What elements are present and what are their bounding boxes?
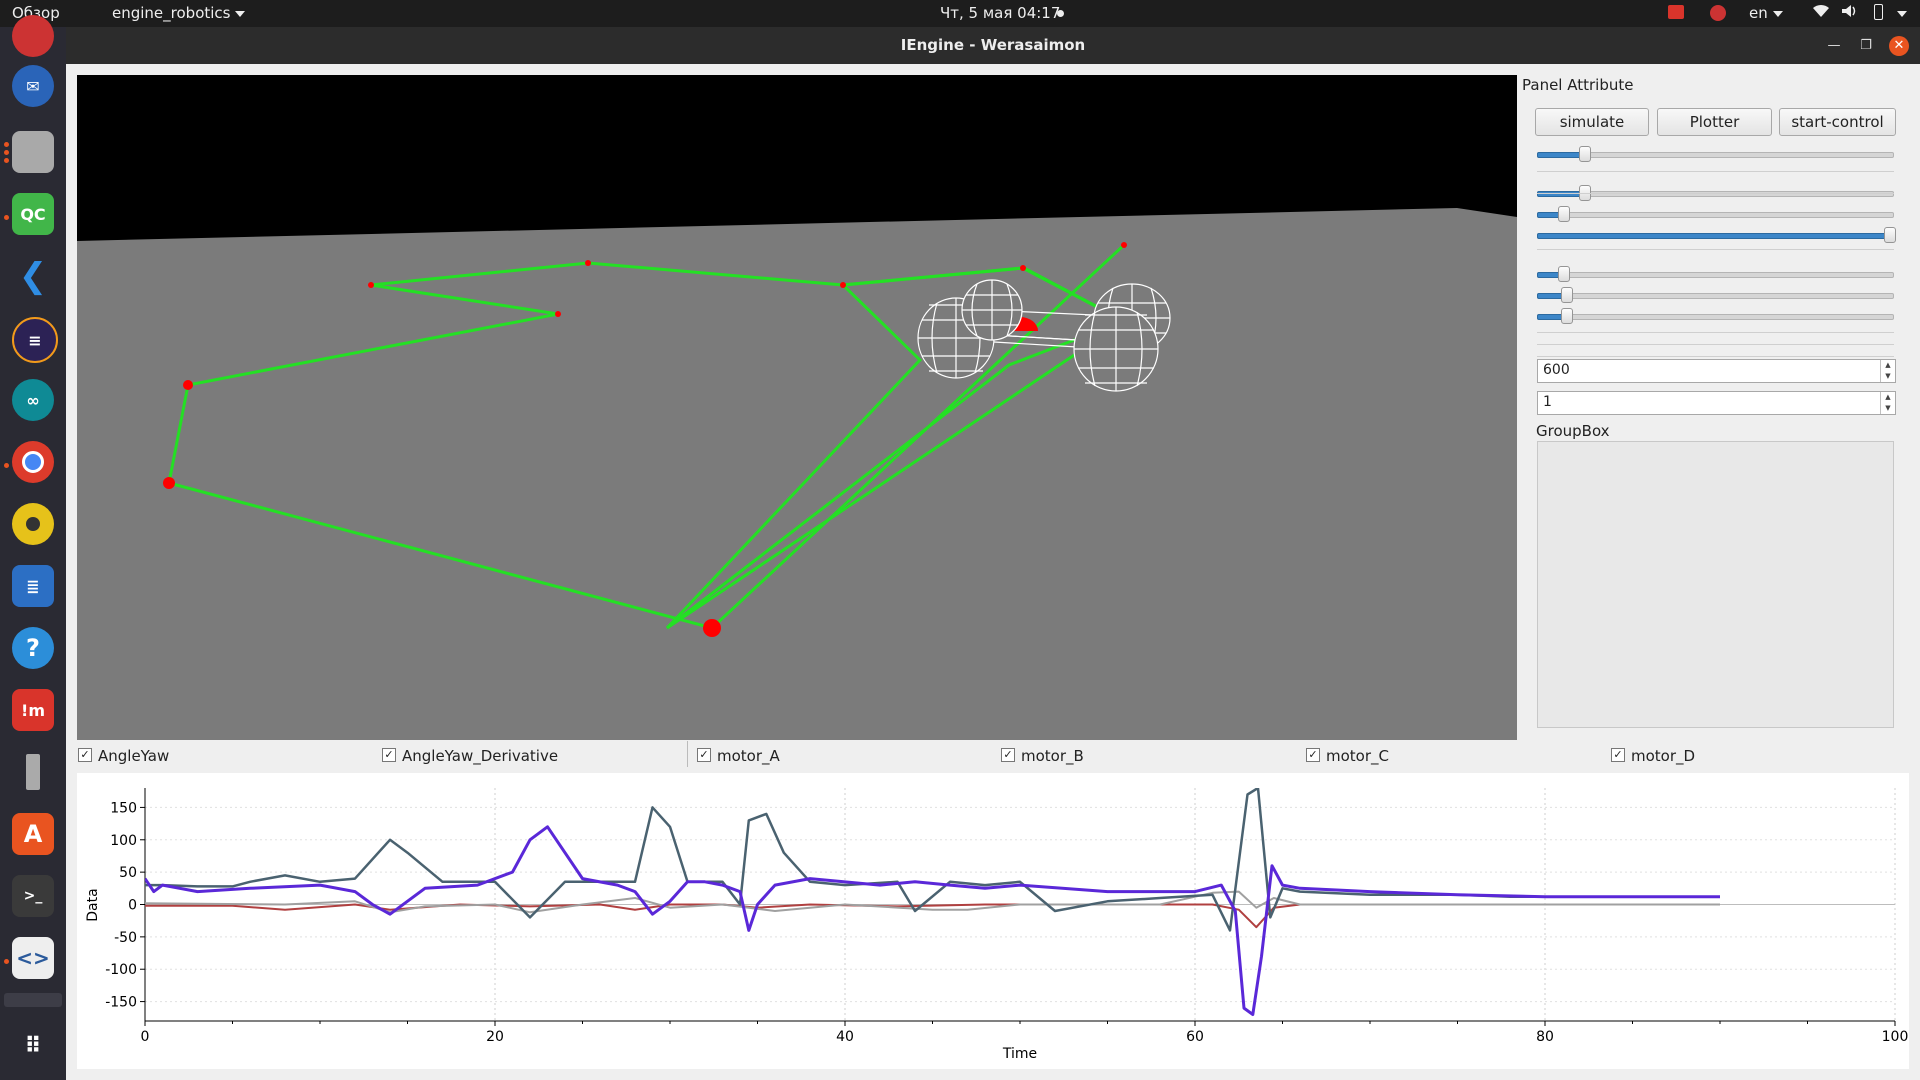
chevron-down-icon [1897, 10, 1907, 17]
x-tick-label: 100 [1882, 1029, 1909, 1045]
eclipse-icon[interactable]: ≡ [12, 317, 58, 363]
chrome-icon[interactable] [12, 441, 54, 483]
language-indicator[interactable]: en [1749, 4, 1783, 22]
remmina-icon[interactable]: !m [12, 689, 54, 731]
x-tick-label: 40 [836, 1029, 854, 1045]
param-slider[interactable] [1537, 206, 1894, 222]
system-menu[interactable] [1892, 4, 1907, 22]
waypoint [585, 260, 591, 266]
notification-dot-icon [1057, 10, 1064, 17]
x-tick-label: 80 [1536, 1029, 1554, 1045]
start-control-button[interactable]: start-control [1779, 108, 1896, 136]
waypoint [183, 380, 193, 390]
close-icon[interactable]: ✕ [1889, 36, 1909, 56]
thunderbird-icon[interactable]: ✉ [12, 65, 54, 107]
check-icon: ✓ [1001, 748, 1015, 762]
waypoint [1020, 265, 1026, 271]
robot-wheel [1073, 306, 1159, 392]
rhythmbox-icon[interactable] [12, 503, 54, 545]
groupbox [1537, 441, 1894, 728]
series-line-violet [145, 825, 1720, 1016]
x-tick-label: 0 [141, 1029, 150, 1045]
software-center-icon[interactable]: A [12, 813, 54, 855]
robot-wheel [961, 279, 1023, 341]
usb-icon[interactable] [12, 751, 54, 793]
minimize-icon[interactable]: — [1824, 36, 1844, 56]
y-tick-label: -150 [105, 995, 137, 1011]
x-tick-label: 60 [1186, 1029, 1204, 1045]
qt-creator-icon[interactable]: QC [12, 193, 54, 235]
chevron-down-icon [235, 10, 246, 17]
y-axis-label: Data [85, 888, 101, 921]
dock: ✉ QC ❮ ≡ ∞ ≣ ? !m A >_ <> ⠿ [0, 15, 66, 1080]
window-titlebar[interactable]: IEngine - Werasaimon — ❐ ✕ [66, 27, 1920, 64]
dock-separator [4, 993, 62, 1007]
window-title: IEngine - Werasaimon [900, 36, 1086, 54]
waypoint [555, 311, 561, 317]
y-tick-label: -100 [105, 962, 137, 978]
y-tick-label: 150 [110, 800, 137, 816]
spin-arrows-icon[interactable]: ▲ ▼ [1880, 360, 1895, 382]
wifi-icon[interactable] [1812, 2, 1830, 24]
help-icon[interactable]: ? [12, 627, 54, 669]
app-menu[interactable]: engine_robotics [112, 4, 246, 22]
steps-spinbox[interactable]: 600 ▲ ▼ [1537, 359, 1896, 383]
param-slider[interactable] [1537, 308, 1894, 324]
panel-title: Panel Attribute [1522, 76, 1634, 94]
spin-arrows-icon[interactable]: ▲ ▼ [1880, 392, 1895, 414]
param-slider[interactable] [1537, 146, 1894, 162]
battery-icon[interactable] [1874, 4, 1883, 20]
scene-canvas [77, 75, 1517, 740]
scale-spinbox[interactable]: 1 ▲ ▼ [1537, 391, 1896, 415]
scene-viewport[interactable] [77, 75, 1517, 740]
y-tick-label: 50 [119, 865, 137, 881]
plot-panel[interactable]: 0 20 40 60 80 100 150 100 50 0 -50 -100 -150 Time Da… [77, 773, 1909, 1069]
vscode-icon[interactable]: ❮ [12, 255, 54, 297]
writer-icon[interactable]: ≣ [12, 565, 54, 607]
y-tick-label: -50 [114, 930, 137, 946]
waypoint [1121, 242, 1127, 248]
scale-value: 1 [1543, 394, 1552, 410]
show-apps-icon[interactable]: ⠿ [12, 1025, 54, 1067]
code-editor-icon[interactable]: <> [12, 937, 54, 979]
simulate-button[interactable]: simulate [1535, 108, 1649, 136]
plotter-button[interactable]: Plotter [1657, 108, 1772, 136]
check-icon: ✓ [697, 748, 711, 762]
waypoint [703, 619, 721, 637]
ground-plane [77, 208, 1517, 740]
param-slider[interactable] [1537, 287, 1894, 303]
check-icon: ✓ [1611, 748, 1625, 762]
system-top-bar: Обзор engine_robotics Чт, 5 мая 04:17 en [0, 0, 1920, 27]
divider [687, 741, 688, 767]
qt-creator-label: QC [20, 204, 46, 224]
files-icon[interactable] [12, 131, 54, 173]
arduino-icon[interactable]: ∞ [12, 379, 54, 421]
steps-value: 600 [1543, 362, 1570, 378]
check-icon: ✓ [78, 748, 92, 762]
language-label: en [1749, 4, 1768, 22]
volume-icon[interactable] [1840, 2, 1858, 24]
waypoint [840, 282, 846, 288]
y-tick-label: 0 [128, 898, 137, 914]
param-slider[interactable] [1537, 266, 1894, 282]
data-plot[interactable]: 0 20 40 60 80 100 150 100 50 0 -50 -100 -150 Time Da… [77, 773, 1909, 1069]
attribute-panel: Panel Attribute simulate Plotter start-c… [1522, 64, 1920, 740]
tray-app-icon[interactable] [1668, 5, 1684, 19]
tray-browser-icon[interactable] [1710, 5, 1726, 21]
x-axis-label: Time [1002, 1046, 1037, 1062]
groupbox-title: GroupBox [1536, 422, 1610, 440]
check-icon: ✓ [1306, 748, 1320, 762]
waypoint [163, 477, 175, 489]
x-tick-label: 20 [486, 1029, 504, 1045]
y-tick-label: 100 [110, 833, 137, 849]
firefox-icon[interactable] [12, 15, 54, 57]
app-menu-label: engine_robotics [112, 4, 231, 22]
maximize-icon[interactable]: ❐ [1856, 36, 1876, 56]
clock[interactable]: Чт, 5 мая 04:17 [940, 4, 1060, 22]
param-slider[interactable] [1537, 227, 1896, 243]
waypoint [368, 282, 374, 288]
check-icon: ✓ [382, 748, 396, 762]
chevron-down-icon [1772, 10, 1783, 17]
terminal-icon[interactable]: >_ [12, 875, 54, 917]
